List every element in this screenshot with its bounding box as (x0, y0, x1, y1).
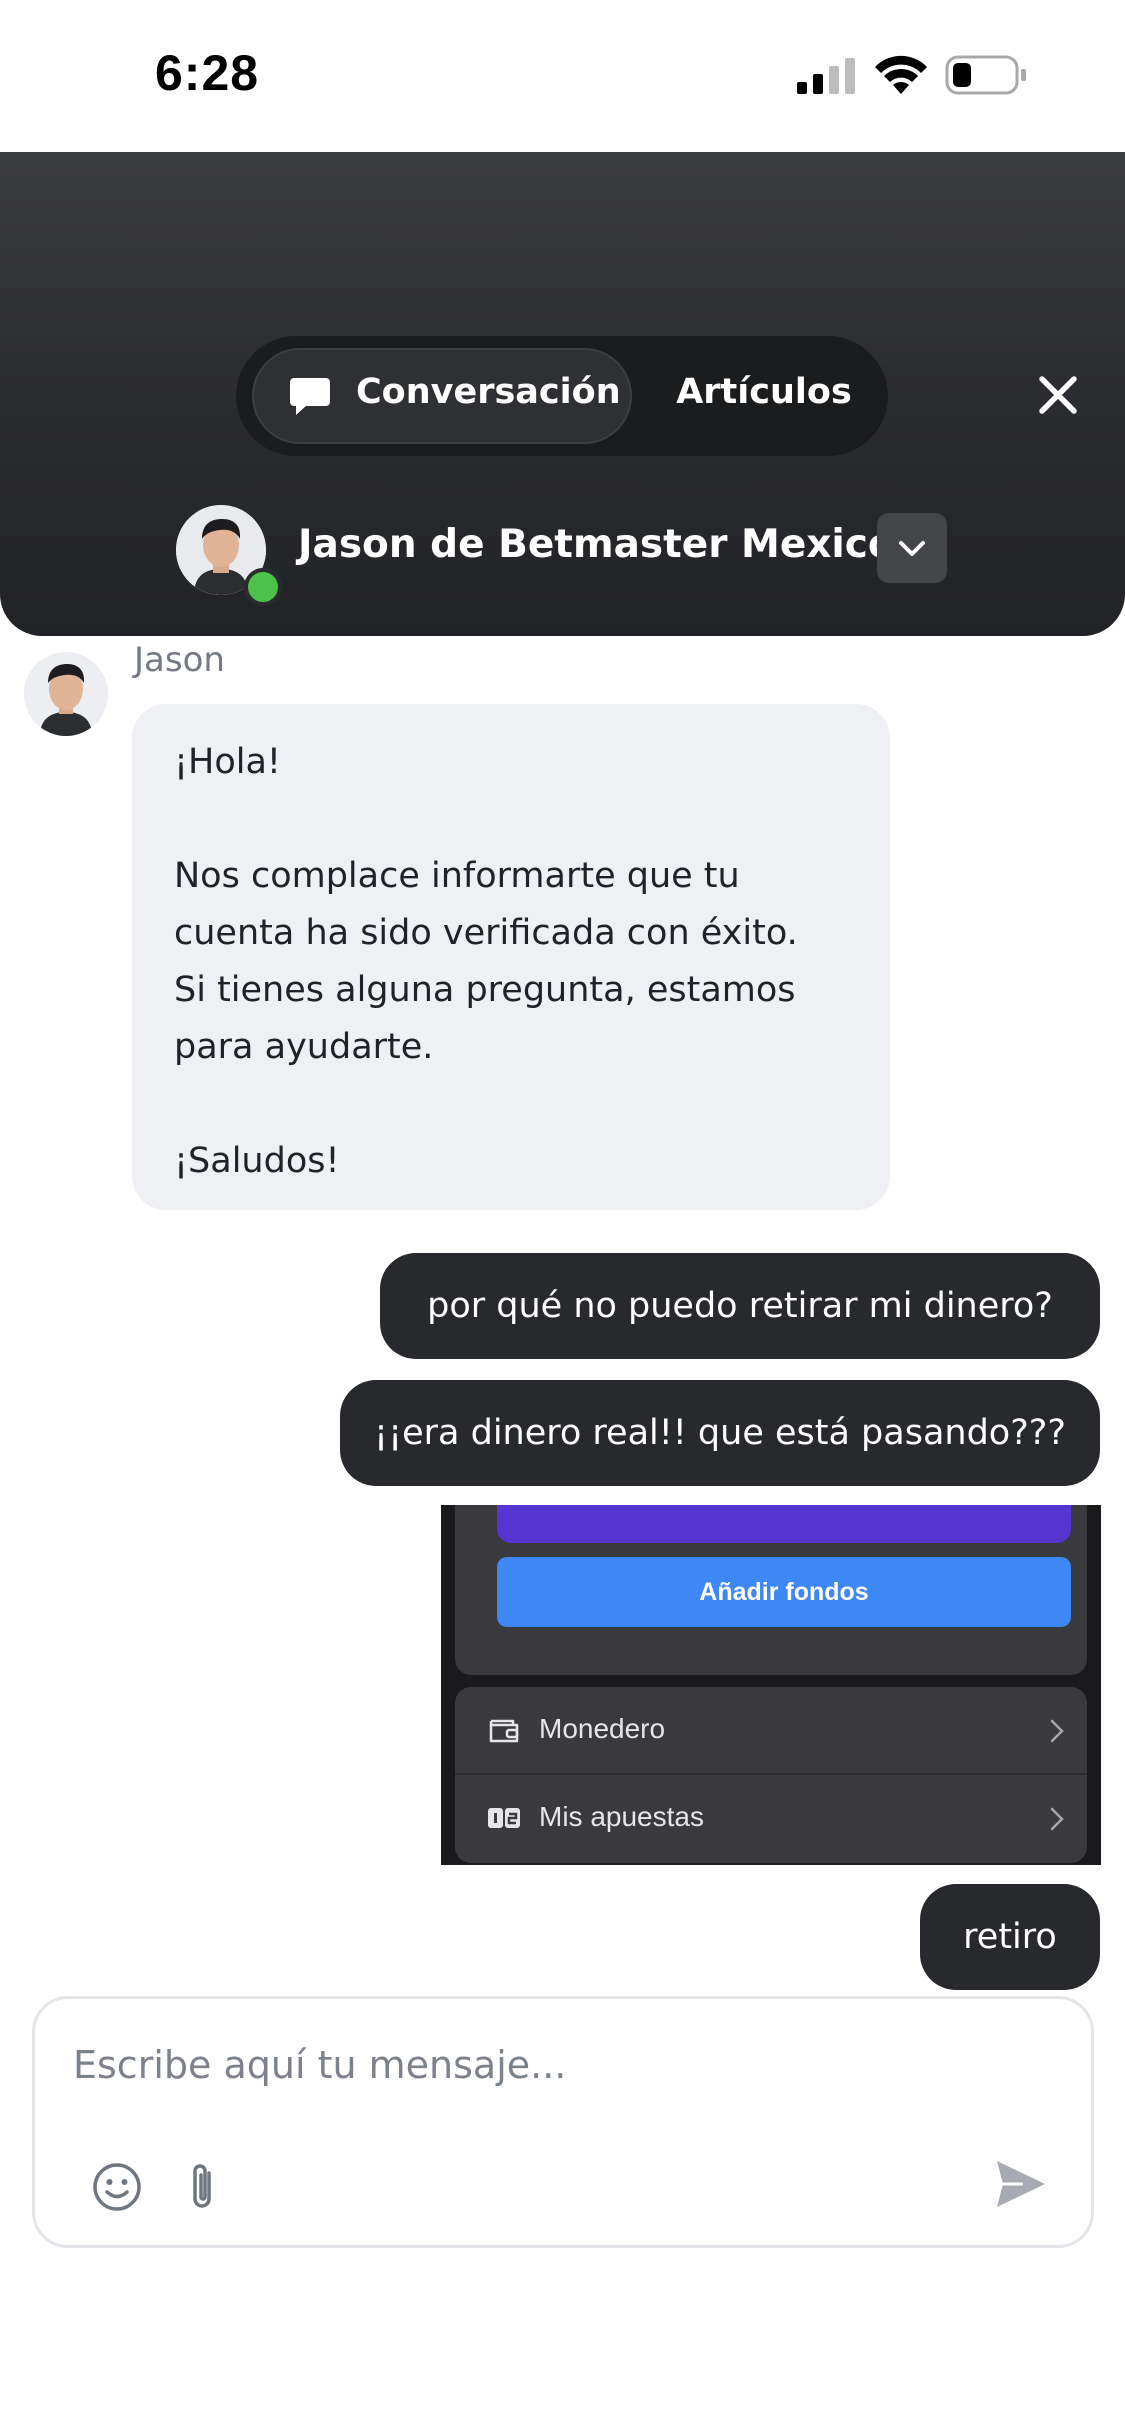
message-line: ¡Hola! (174, 742, 281, 782)
message-line: para ayudarte. (174, 1027, 434, 1067)
screenshot-row-bets: Mis apuestas (455, 1775, 1087, 1861)
tab-articles[interactable]: Artículos (656, 348, 872, 444)
message-composer (32, 1996, 1094, 2248)
status-bar: 6:28 (0, 0, 1125, 152)
chat-bubble-icon (290, 378, 330, 415)
message-line: ¡Saludos! (174, 1141, 340, 1181)
user-message-bubble: retiro (920, 1884, 1100, 1990)
agent-message-bubble: ¡Hola! Nos complace informarte que tu cu… (132, 704, 890, 1210)
agent-name: Jason de Betmaster Mexico (298, 522, 895, 567)
screenshot-balance-banner (497, 1505, 1071, 1543)
attached-screenshot[interactable]: Añadir fondos Monedero Mis apuestas (441, 1505, 1101, 1865)
tab-articles-label: Artículos (676, 372, 852, 412)
tab-switcher: Conversación Artículos (236, 336, 888, 456)
status-time: 6:28 (155, 45, 260, 101)
message-line: cuenta ha sido verificada con éxito. (174, 913, 798, 953)
tab-conversation-label: Conversación (356, 372, 621, 412)
message-line: Nos complace informarte que tu (174, 856, 740, 896)
screenshot-row-label: Mis apuestas (539, 1801, 704, 1832)
bets-icon (488, 1808, 520, 1828)
agent-dropdown-button[interactable] (877, 513, 947, 583)
message-sender-name: Jason (134, 640, 225, 680)
battery-icon (945, 55, 1026, 95)
chevron-right-icon (1050, 1807, 1064, 1831)
message-avatar (24, 652, 108, 736)
screenshot-card: Añadir fondos (455, 1505, 1087, 1675)
user-message-bubble: por qué no puedo retirar mi dinero? (380, 1253, 1100, 1359)
wifi-icon (875, 55, 927, 94)
tab-conversation[interactable]: Conversación (252, 348, 632, 444)
send-icon[interactable] (993, 2157, 1049, 2211)
close-icon[interactable] (1030, 367, 1086, 423)
paperclip-icon[interactable] (185, 2159, 219, 2215)
screenshot-add-funds-button: Añadir fondos (497, 1557, 1071, 1627)
wallet-icon (489, 1719, 519, 1743)
message-line: Si tienes alguna pregunta, estamos (174, 970, 796, 1010)
emoji-icon[interactable] (91, 2161, 143, 2213)
chevron-right-icon (1050, 1719, 1064, 1743)
message-input[interactable] (73, 2035, 1033, 2095)
screenshot-row-label: Monedero (539, 1713, 666, 1744)
chevron-down-icon (899, 541, 925, 556)
online-status-indicator (244, 568, 282, 606)
user-message-bubble: ¡¡era dinero real!! que está pasando??? (340, 1380, 1100, 1486)
cellular-signal-icon (797, 58, 855, 94)
screenshot-row-wallet: Monedero (455, 1687, 1087, 1775)
screenshot-menu-list: Monedero Mis apuestas (455, 1687, 1087, 1863)
